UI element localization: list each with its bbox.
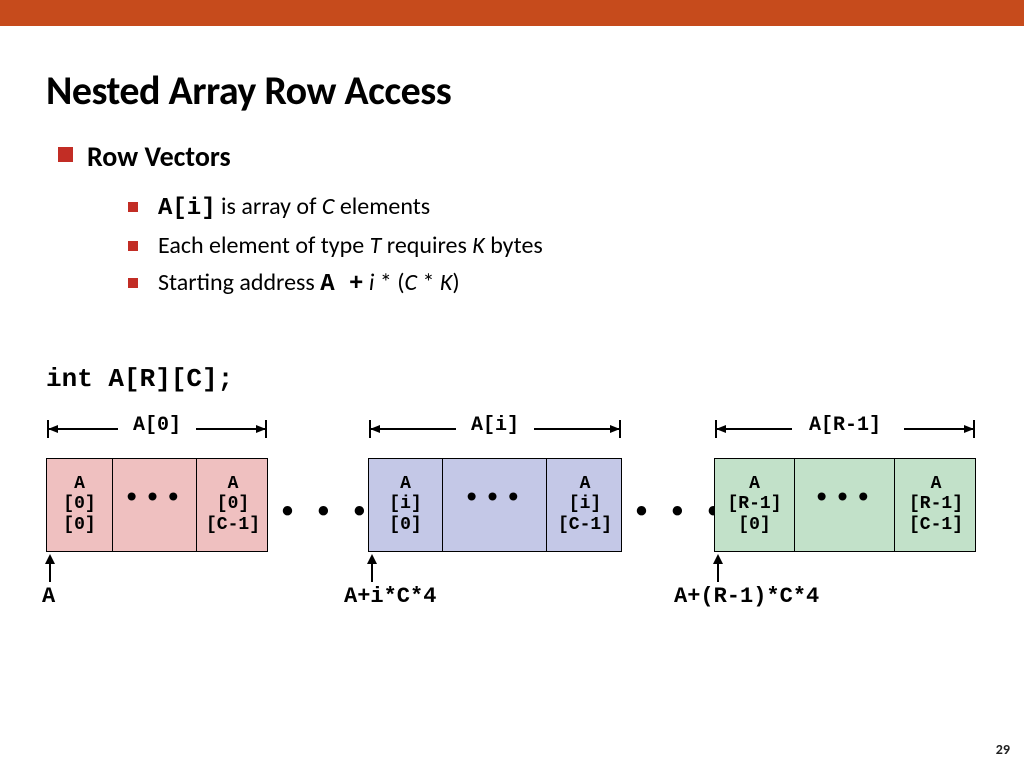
slide-content: Nested Array Row Access Row Vectors A[i]…: [0, 26, 1024, 666]
bullet-2: Each element of type T requires K bytes: [128, 227, 978, 264]
cell-r0-cC: A [0] [C-1]: [197, 459, 269, 551]
text: bytes: [485, 231, 543, 260]
gap-dots-0: • • •: [282, 496, 375, 523]
cell-rR-dots: •••: [795, 459, 895, 551]
cell-r0-c0: A [0] [0]: [47, 459, 113, 551]
cell-ri-cC: A [i] [C-1]: [547, 459, 623, 551]
arrow-up-icon: [710, 554, 726, 582]
text: ): [452, 268, 459, 297]
section-heading: Row Vectors: [58, 139, 978, 174]
text: Each element of type: [158, 231, 370, 260]
cell-r0-dots: •••: [113, 459, 197, 551]
text: * (: [374, 268, 404, 297]
var-c: C: [322, 192, 335, 221]
cell-rR-c0: A [R-1] [0]: [715, 459, 795, 551]
addr-label-1: A+i*C*4: [344, 584, 436, 609]
row-r1-label: A[R-1]: [714, 414, 976, 437]
var-k: K: [472, 231, 484, 260]
addr-arrow-0: [42, 554, 58, 582]
text: Starting address: [158, 268, 320, 297]
addr-label-0: A: [42, 584, 55, 609]
arrow-up-icon: [364, 554, 380, 582]
dots-icon: •••: [463, 484, 525, 516]
text: requires: [381, 231, 472, 260]
row-i-label-wrap: A[i]: [368, 416, 622, 442]
section-heading-text: Row Vectors: [87, 139, 231, 174]
array-declaration: int A[R][C];: [46, 364, 978, 394]
text: *: [417, 268, 440, 297]
accent-bar: [0, 0, 1024, 26]
bullet-list: A[i] is array of C elements Each element…: [128, 188, 978, 304]
memory-layout-diagram: A[0] A [0] [0] ••• A [0] [C-1] • • •: [46, 416, 978, 666]
text: elements: [334, 192, 430, 221]
row-i-label: A[i]: [368, 414, 622, 437]
var-k: K: [440, 268, 452, 297]
cell-ri-c0: A [i] [0]: [369, 459, 443, 551]
bullet-1: A[i] is array of C elements: [128, 188, 978, 227]
row-0-label-wrap: A[0]: [46, 416, 268, 442]
code-a-plus: A +: [320, 271, 363, 298]
bullet-3: Starting address A + i * (C * K): [128, 264, 978, 303]
addr-label-2: A+(R-1)*C*4: [674, 584, 819, 609]
row-i-rect: A [i] [0] ••• A [i] [C-1]: [368, 458, 622, 552]
bullet-square-icon: [58, 147, 73, 162]
row-r1-label-wrap: A[R-1]: [714, 416, 976, 442]
row-0-rect: A [0] [0] ••• A [0] [C-1]: [46, 458, 268, 552]
slide-title: Nested Array Row Access: [46, 66, 978, 115]
text: is array of: [216, 192, 322, 221]
row-0-label: A[0]: [46, 414, 268, 437]
row-r1-rect: A [R-1] [0] ••• A [R-1] [C-1]: [714, 458, 976, 552]
addr-arrow-2: [710, 554, 726, 582]
slide-number: 29: [996, 741, 1010, 758]
dots-icon: •••: [813, 484, 875, 516]
dots-icon: •••: [123, 484, 185, 516]
code-a-i: A[i]: [158, 195, 216, 222]
addr-arrow-1: [364, 554, 380, 582]
cell-rR-cC: A [R-1] [C-1]: [895, 459, 977, 551]
cell-ri-dots: •••: [443, 459, 547, 551]
var-c: C: [405, 268, 418, 297]
arrow-up-icon: [42, 554, 58, 582]
var-t: T: [370, 231, 382, 260]
